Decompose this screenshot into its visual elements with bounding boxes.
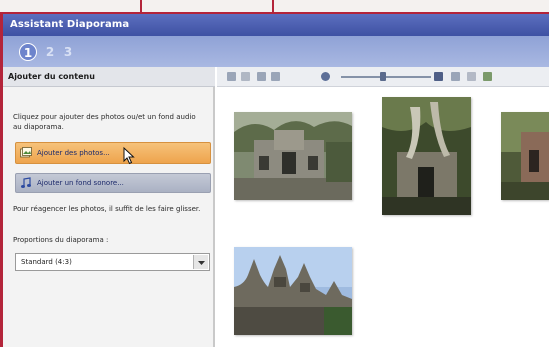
step-1-indicator[interactable]: 1	[19, 43, 37, 61]
screenshot-frame: Assistant Diaporama 1 2 3 Ajouter du con…	[0, 0, 549, 347]
delete-icon[interactable]	[241, 72, 250, 81]
zoom-in-icon[interactable]	[434, 72, 443, 81]
rotate-left-icon[interactable]	[257, 72, 266, 81]
panel-header: Ajouter du contenu	[3, 67, 215, 87]
add-photos-label: Ajouter des photos...	[37, 149, 110, 157]
step-2-indicator[interactable]: 2	[41, 43, 59, 61]
mouse-cursor-icon	[123, 147, 135, 165]
effects-icon[interactable]	[483, 72, 492, 81]
title-bar: Assistant Diaporama	[3, 12, 549, 36]
panel-title: Ajouter du contenu	[8, 72, 95, 81]
rotate-right-icon[interactable]	[271, 72, 280, 81]
content-panel: Ajouter du contenu Cliquez pour ajouter …	[3, 67, 215, 347]
reorder-hint: Pour réagencer les photos, il suffit de …	[13, 205, 201, 213]
temple-partial-photo[interactable]	[501, 112, 549, 200]
add-photos-button[interactable]: Ajouter des photos...	[15, 142, 211, 164]
photo-area	[217, 67, 549, 347]
zoom-slider-thumb[interactable]	[380, 72, 386, 81]
chevron-down-icon	[198, 261, 205, 265]
frame-divider	[272, 0, 274, 12]
add-audio-label: Ajouter un fond sonore...	[37, 179, 124, 187]
proportions-select[interactable]: Standard (4:3)	[15, 253, 210, 271]
proportions-value: Standard (4:3)	[21, 258, 72, 266]
window-title: Assistant Diaporama	[10, 19, 130, 30]
step-3-indicator[interactable]: 3	[59, 43, 77, 61]
tree-temple-photo[interactable]	[382, 97, 471, 215]
bayon-towers-photo[interactable]	[234, 247, 352, 335]
frame-divider	[140, 0, 142, 12]
music-icon	[21, 177, 31, 188]
photo-toolbar	[217, 67, 549, 87]
steps-bar: 1 2 3	[3, 36, 549, 67]
dropdown-arrow[interactable]	[193, 255, 208, 269]
text-icon[interactable]	[467, 72, 476, 81]
view-icon[interactable]	[451, 72, 460, 81]
zoom-slider[interactable]	[341, 76, 431, 78]
add-audio-button[interactable]: Ajouter un fond sonore...	[15, 173, 211, 193]
proportions-label: Proportions du diaporama :	[13, 236, 109, 244]
intro-text: Cliquez pour ajouter des photos ou/et un…	[13, 113, 196, 131]
select-all-icon[interactable]	[227, 72, 236, 81]
top-strip	[0, 0, 549, 12]
zoom-out-icon[interactable]	[321, 72, 330, 81]
temple-ruins-photo[interactable]	[234, 112, 352, 200]
photos-icon	[20, 147, 32, 158]
